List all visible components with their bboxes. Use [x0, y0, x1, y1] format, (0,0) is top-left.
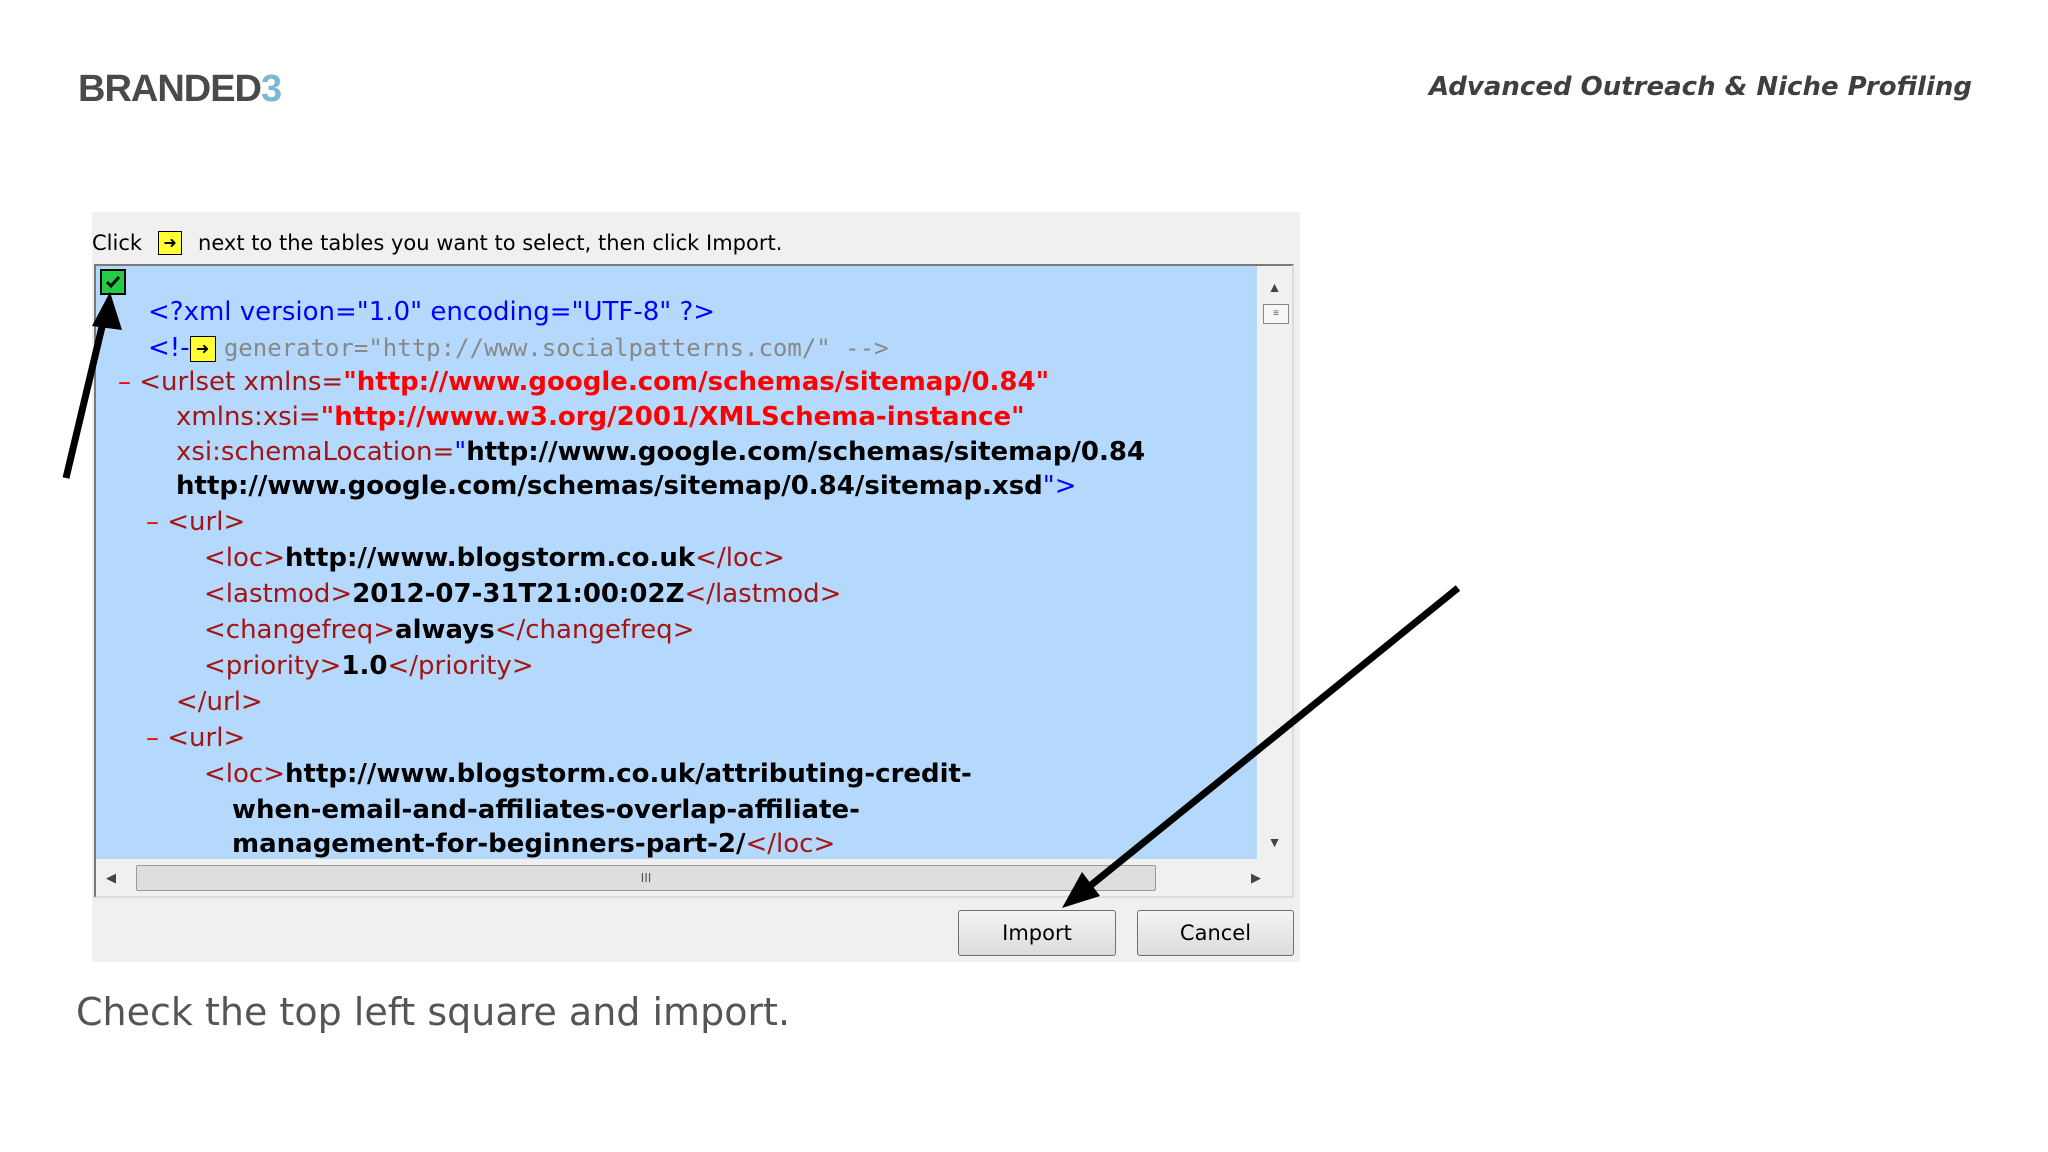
annotation-arrows — [62, 292, 1461, 908]
arrow-to-checkbox-icon — [62, 292, 122, 479]
arrow-to-import-icon — [1062, 585, 1461, 908]
